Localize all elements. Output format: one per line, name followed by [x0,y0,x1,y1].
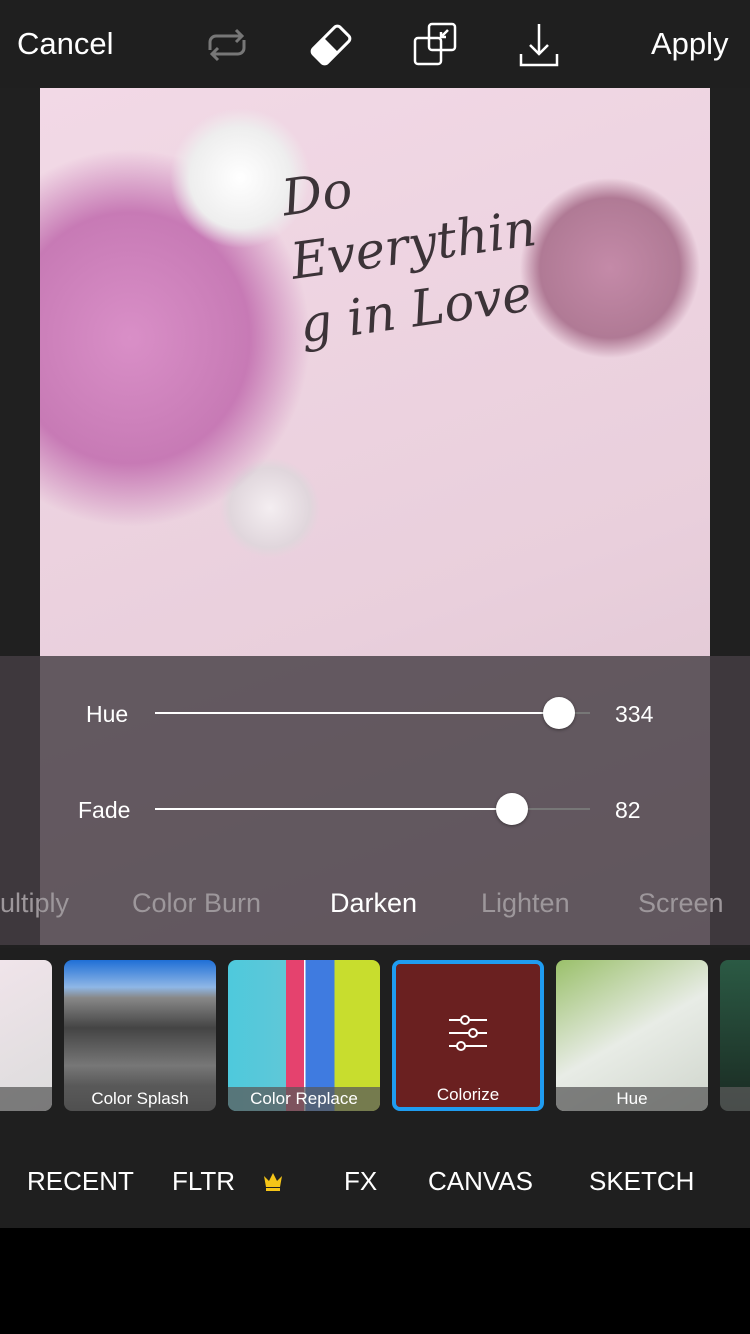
hue-slider[interactable] [155,697,590,729]
download-icon[interactable] [516,22,562,68]
blend-mode-picker: ultiply Color Burn Darken Lighten Screen [0,888,750,924]
blend-mode-color-burn[interactable]: Color Burn [132,888,261,919]
fade-value: 82 [615,797,641,823]
fade-label: Fade [78,797,131,823]
cancel-button[interactable]: Cancel [17,26,114,62]
top-toolbar: Cancel Apply [0,0,750,88]
crown-icon [264,1173,282,1191]
effect-label: Color Replace [228,1087,380,1111]
effect-color-replace[interactable]: Color Replace [228,960,380,1111]
effect-color-splash[interactable]: Color Splash [64,960,216,1111]
tab-recent[interactable]: RECENT [27,1166,134,1197]
effects-panel: Color Splash Color Replace Colorize Hue … [0,948,750,1228]
hue-label: Hue [86,701,129,727]
effect-label [0,1087,52,1111]
effect-thumb-previous[interactable] [0,960,52,1111]
tab-sketch[interactable]: SKETCH [589,1166,694,1197]
fade-slider-thumb[interactable] [495,793,528,825]
hue-slider-thumb[interactable] [542,697,575,729]
canvas-area: Do Everything in Love Hue 334 Fade 82 ul… [0,88,750,948]
repeat-icon[interactable] [204,22,250,68]
photo-script-text: Do Everything in Love [278,160,540,355]
tab-canvas[interactable]: CANVAS [428,1166,533,1197]
blend-mode-lighten[interactable]: Lighten [481,888,570,919]
effect-colorize[interactable]: Colorize [392,960,544,1111]
effect-label [720,1087,750,1111]
effect-hue[interactable]: Hue [556,960,708,1111]
effect-label: Color Splash [64,1087,216,1111]
bottom-safe-area [0,1228,750,1334]
effect-label: Hue [556,1087,708,1111]
compare-icon[interactable] [412,22,458,68]
fade-slider-fill [155,808,512,810]
adjust-sliders-icon [449,1015,487,1051]
blend-mode-multiply[interactable]: ultiply [0,888,69,919]
effect-thumb-next[interactable] [720,960,750,1111]
apply-button[interactable]: Apply [651,26,729,62]
fade-slider[interactable] [155,793,590,825]
hue-slider-fill [155,712,559,714]
tab-fx[interactable]: FX [344,1166,377,1197]
blend-mode-darken[interactable]: Darken [330,888,417,919]
hue-value: 334 [615,701,654,727]
effect-label: Colorize [436,1085,500,1104]
eraser-icon[interactable] [308,22,354,68]
tab-fltr[interactable]: FLTR [172,1166,235,1197]
blend-mode-screen[interactable]: Screen [638,888,724,919]
